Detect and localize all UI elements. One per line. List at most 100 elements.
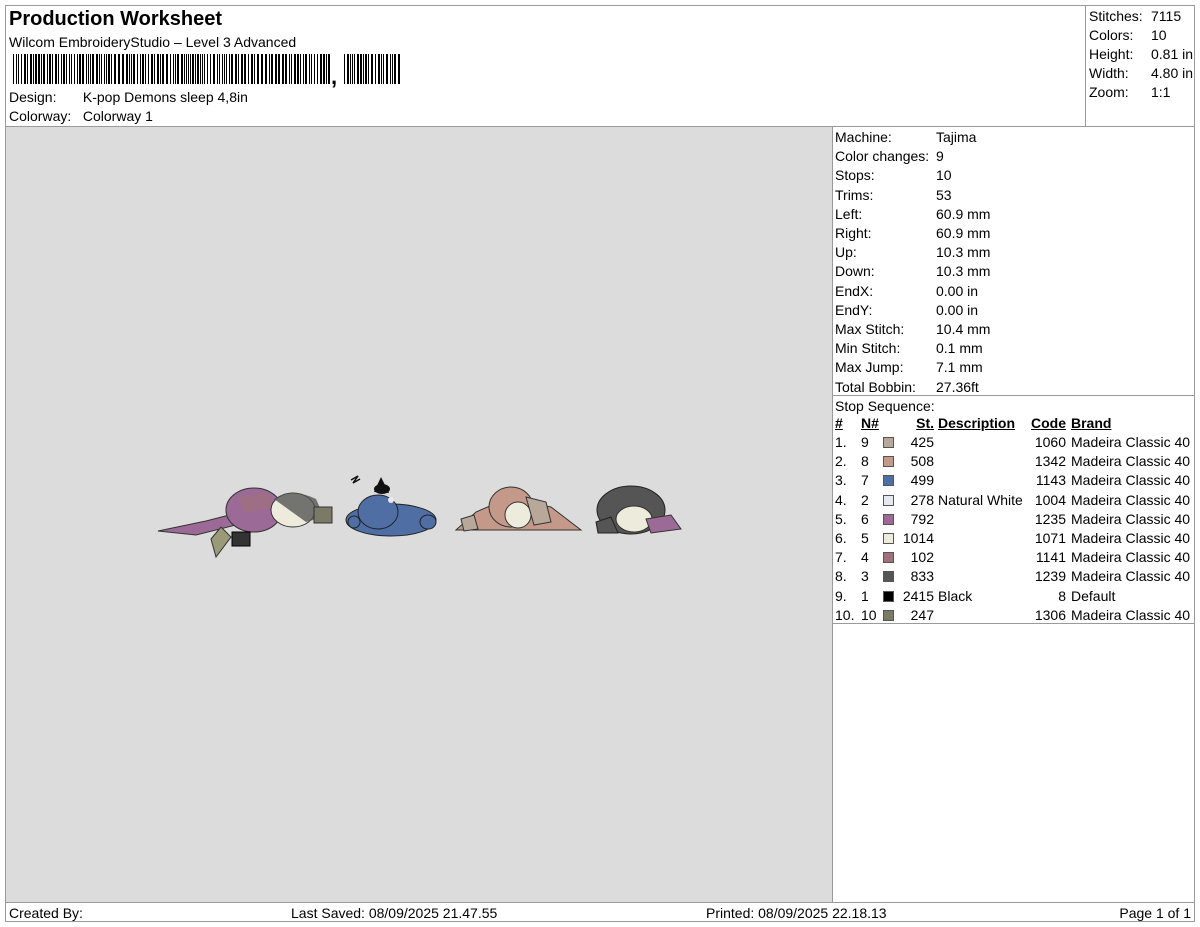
barcode-bar (202, 54, 203, 84)
stop-index: 5. (835, 510, 847, 527)
barcode-bar (363, 54, 364, 84)
table-row: 2. 8 508 1342 Madeira Classic 40 (833, 453, 1194, 472)
colorway-name: Colorway 1 (82, 108, 153, 124)
info-value: 60.9 mm (936, 225, 991, 241)
thread-brand: Madeira Classic 40 (1071, 453, 1191, 470)
barcode-bar (88, 54, 89, 84)
barcode-bar (197, 54, 199, 84)
barcode-bar (21, 54, 22, 84)
barcode-bar (101, 54, 102, 84)
width-value: 4.80 in (1151, 65, 1194, 81)
col-header-code: Code (1031, 415, 1066, 431)
barcode-bar (213, 54, 215, 84)
design-summary: Stitches: 7115 Colors: 10 Height: 0.81 in W… (1085, 6, 1194, 126)
info-value: 0.00 in (936, 282, 979, 299)
color-swatch (883, 533, 894, 544)
barcode-bar (166, 54, 168, 84)
worksheet-header: Production Worksheet Wilcom EmbroiderySt… (6, 6, 1085, 126)
embroidery-design-image (157, 475, 682, 559)
software-subtitle: Wilcom EmbroideryStudio – Level 3 Advanc… (9, 34, 297, 50)
barcode-bar (66, 54, 67, 84)
barcode-suffix: , (331, 64, 338, 89)
barcode-bar (285, 54, 287, 84)
barcode-bar (122, 54, 124, 84)
info-value: 9 (936, 148, 944, 165)
stitch-count: 833 (910, 568, 934, 585)
thread-code: 1071 (1034, 530, 1066, 546)
barcode-bar (148, 54, 149, 84)
barcode-bar (175, 54, 176, 84)
width-label: Width: (1089, 65, 1129, 81)
color-swatch (883, 571, 894, 583)
barcode-bar (282, 54, 284, 84)
barcode-bar (275, 54, 277, 84)
barcode-bar (344, 54, 345, 84)
zoom-row: Zoom: 1:1 (1089, 84, 1170, 100)
info-label: Right: (835, 225, 872, 241)
table-row: 4. 2 278 Natural White 1004 Madeira Classic 4… (833, 492, 1194, 511)
color-swatch (883, 513, 894, 525)
stop-index: 3. (835, 472, 847, 489)
barcode-bar (142, 54, 144, 84)
height-label: Height: (1089, 46, 1134, 62)
barcode-bar (86, 54, 87, 84)
stop-table-divider (833, 623, 1194, 624)
barcode-bar (140, 54, 141, 84)
stop-index: 4. (835, 491, 847, 508)
stitches-row: Stitches: 7115 (1089, 8, 1181, 24)
barcode-bar (137, 54, 138, 84)
info-label: Total Bobbin: (835, 378, 916, 395)
stop-index: 10. (835, 606, 855, 623)
thread-code: 1342 (1034, 453, 1066, 470)
barcode-bar (320, 54, 322, 84)
colorway-label: Colorway: (9, 108, 72, 124)
last-saved: Last Saved: 08/09/2025 21.47.55 (291, 905, 498, 921)
info-row: Stops: 10 (835, 167, 952, 183)
info-row: Max Stitch: 10.4 mm (835, 321, 990, 337)
stop-table-header: # N# St. Description Code Brand (833, 415, 1194, 434)
barcode-bar (347, 54, 349, 84)
barcode-bar (114, 54, 116, 84)
sleeping-figure-3 (454, 486, 583, 532)
thread-code: 1060 (1034, 434, 1066, 450)
barcode-bar (392, 54, 393, 84)
barcode-bar (217, 54, 218, 84)
barcode-bar (224, 54, 225, 84)
barcode-bar (300, 54, 301, 84)
barcode-bar (244, 54, 246, 84)
info-row: Max Jump: 7.1 mm (835, 359, 983, 375)
stitch-count: 425 (910, 434, 934, 450)
info-label: Trims: (835, 186, 874, 203)
barcode-bar (251, 54, 253, 84)
barcode-bar (61, 54, 62, 84)
color-swatch (883, 552, 894, 564)
stop-index: 8. (835, 568, 847, 585)
barcode-bar (254, 54, 255, 84)
table-row: 7. 4 102 1141 Madeira Classic 40 (833, 549, 1194, 568)
barcode-bar (181, 54, 183, 84)
stitch-count: 247 (910, 606, 934, 623)
needle-number: 4 (861, 549, 869, 566)
barcode-bar (154, 54, 155, 84)
barcode-bar (151, 54, 153, 84)
barcode-bar (303, 54, 304, 84)
barcode-bar (265, 54, 267, 84)
barcode-bar (222, 54, 223, 84)
barcode-graphic (13, 54, 400, 84)
barcode-bar (131, 54, 132, 84)
info-label: Max Jump: (835, 359, 904, 376)
barcode-bar (311, 54, 312, 84)
barcode-bar (271, 54, 273, 84)
info-value: 0.1 mm (936, 340, 983, 357)
barcode-bar (184, 54, 185, 84)
info-row: EndX: 0.00 in (835, 283, 978, 299)
barcode-bar (207, 54, 208, 84)
barcode-bar (219, 54, 220, 84)
thread-brand: Madeira Classic 40 (1071, 568, 1191, 585)
col-header-stitches: St. (916, 415, 934, 431)
barcode-bar (229, 54, 230, 84)
width-row: Width: 4.80 in (1089, 65, 1193, 81)
barcode-bar (195, 54, 196, 84)
needle-number: 3 (861, 568, 869, 585)
barcode-bar (375, 54, 376, 84)
